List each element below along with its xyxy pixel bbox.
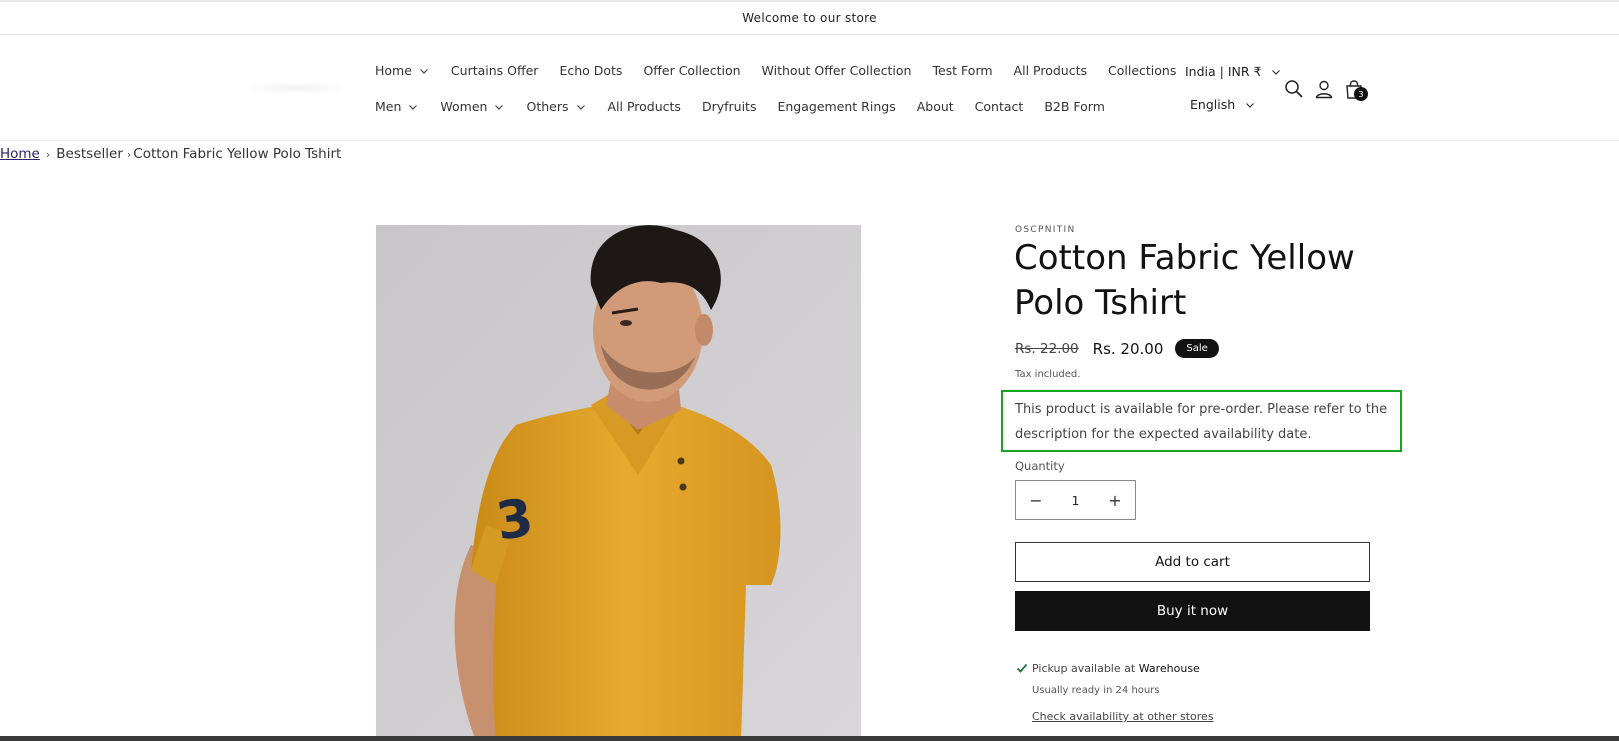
nav-item-curtains-offer[interactable]: Curtains Offer bbox=[451, 63, 539, 78]
nav-item-home[interactable]: Home bbox=[375, 63, 430, 78]
search-icon[interactable] bbox=[1283, 78, 1305, 100]
check-other-stores-link[interactable]: Check availability at other stores bbox=[1032, 710, 1214, 723]
breadcrumb: Home › Bestseller › Cotton Fabric Yellow… bbox=[0, 146, 341, 162]
nav-item-contact[interactable]: Contact bbox=[975, 99, 1024, 114]
nav-item-label: Women bbox=[440, 99, 488, 114]
product-title: Cotton Fabric Yellow Polo Tshirt bbox=[1014, 238, 1355, 323]
nav-item-about[interactable]: About bbox=[917, 99, 954, 114]
breadcrumb-separator: › bbox=[45, 147, 51, 161]
announcement-text: Welcome to our store bbox=[742, 11, 877, 25]
country-selector-label: India | INR ₹ bbox=[1185, 64, 1262, 79]
nav-item-label: Test Form bbox=[932, 63, 993, 78]
language-selector-label: English bbox=[1190, 97, 1236, 112]
breadcrumb-parent[interactable]: Bestseller bbox=[56, 146, 123, 162]
price-sale: Rs. 20.00 bbox=[1092, 339, 1164, 358]
nav-item-others[interactable]: Others bbox=[526, 99, 586, 114]
checkmark-icon bbox=[1016, 663, 1028, 673]
pickup-availability: Pickup available at Warehouse bbox=[1032, 662, 1200, 675]
bottom-edge-bar bbox=[0, 736, 1619, 741]
breadcrumb-current: Cotton Fabric Yellow Polo Tshirt bbox=[133, 146, 342, 162]
cart-count: 3 bbox=[1358, 89, 1364, 99]
chevron-down-icon bbox=[1246, 102, 1255, 108]
nav-item-label: All Products bbox=[607, 99, 681, 114]
main-nav-row-1: Home Curtains Offer Echo Dots Offer Coll… bbox=[375, 63, 1197, 78]
nav-item-label: B2B Form bbox=[1044, 99, 1105, 114]
nav-item-echo-dots[interactable]: Echo Dots bbox=[559, 63, 622, 78]
pickup-prefix: Pickup available at bbox=[1032, 662, 1136, 675]
nav-item-test-form[interactable]: Test Form bbox=[932, 63, 992, 78]
sale-badge: Sale bbox=[1175, 339, 1219, 358]
nav-item-label: Engagement Rings bbox=[777, 99, 896, 114]
nav-item-label: Collections bbox=[1108, 63, 1177, 78]
account-icon[interactable] bbox=[1313, 78, 1335, 100]
product-photo: 3 bbox=[376, 225, 861, 741]
nav-item-label: Echo Dots bbox=[559, 63, 623, 78]
quantity-decrease-button[interactable]: − bbox=[1016, 481, 1056, 519]
add-to-cart-button[interactable]: Add to cart bbox=[1015, 542, 1370, 582]
quantity-stepper: − + bbox=[1015, 480, 1136, 520]
nav-item-label: Dryfruits bbox=[701, 99, 757, 114]
nav-item-label: About bbox=[916, 99, 954, 114]
chevron-down-icon bbox=[576, 104, 585, 110]
quantity-label: Quantity bbox=[1015, 459, 1065, 473]
nav-item-engagement-rings[interactable]: Engagement Rings bbox=[777, 99, 895, 114]
nav-item-dryfruits[interactable]: Dryfruits bbox=[702, 99, 757, 114]
chevron-down-icon bbox=[1272, 69, 1281, 75]
quantity-increase-button[interactable]: + bbox=[1095, 481, 1135, 519]
quantity-input[interactable] bbox=[1057, 492, 1094, 508]
breadcrumb-separator: › bbox=[126, 147, 132, 161]
main-nav-row-2: Men Women Others All Products Dryfruits … bbox=[375, 99, 1126, 114]
nav-item-label: Without Offer Collection bbox=[761, 63, 912, 78]
buy-now-button[interactable]: Buy it now bbox=[1015, 591, 1370, 631]
chevron-down-icon bbox=[495, 104, 504, 110]
site-header bbox=[0, 35, 1619, 141]
announcement-bar: Welcome to our store bbox=[0, 0, 1619, 35]
nav-item-label: Men bbox=[375, 99, 402, 114]
product-vendor: OSCPNITIN bbox=[1015, 225, 1076, 235]
add-to-cart-label: Add to cart bbox=[1155, 554, 1230, 570]
nav-item-without-offer-collection[interactable]: Without Offer Collection bbox=[762, 63, 912, 78]
breadcrumb-home-link[interactable]: Home bbox=[0, 146, 40, 162]
price-regular: Rs. 22.00 bbox=[1015, 340, 1079, 357]
nav-item-label: Home bbox=[375, 63, 412, 78]
nav-item-all-products[interactable]: All Products bbox=[608, 99, 681, 114]
nav-item-collections[interactable]: Collections bbox=[1108, 63, 1176, 78]
pickup-ready-time: Usually ready in 24 hours bbox=[1032, 685, 1160, 696]
cart-count-badge: 3 bbox=[1354, 87, 1368, 101]
nav-item-label: Contact bbox=[974, 99, 1024, 114]
price-row: Rs. 22.00 Rs. 20.00 Sale bbox=[1015, 339, 1219, 358]
store-logo[interactable] bbox=[252, 83, 342, 93]
pickup-location: Warehouse bbox=[1138, 662, 1200, 675]
nav-item-men[interactable]: Men bbox=[375, 99, 419, 114]
preorder-message: This product is available for pre-order.… bbox=[1015, 402, 1388, 442]
nav-item-label: Curtains Offer bbox=[450, 63, 539, 78]
nav-item-b2b-form[interactable]: B2B Form bbox=[1044, 99, 1105, 114]
product-image[interactable]: 3 bbox=[376, 225, 861, 741]
language-selector[interactable]: English bbox=[1190, 97, 1256, 112]
nav-item-label: All Products bbox=[1013, 63, 1087, 78]
tax-note: Tax included. bbox=[1015, 369, 1081, 380]
nav-item-label: Offer Collection bbox=[643, 63, 741, 78]
nav-item-label: Others bbox=[526, 99, 569, 114]
country-selector[interactable]: India | INR ₹ bbox=[1185, 64, 1282, 79]
nav-item-women[interactable]: Women bbox=[440, 99, 505, 114]
chevron-down-icon bbox=[409, 104, 418, 110]
chevron-down-icon bbox=[419, 68, 428, 74]
buy-now-label: Buy it now bbox=[1156, 603, 1229, 619]
nav-item-offer-collection[interactable]: Offer Collection bbox=[643, 63, 740, 78]
nav-item-all-products[interactable]: All Products bbox=[1014, 63, 1087, 78]
